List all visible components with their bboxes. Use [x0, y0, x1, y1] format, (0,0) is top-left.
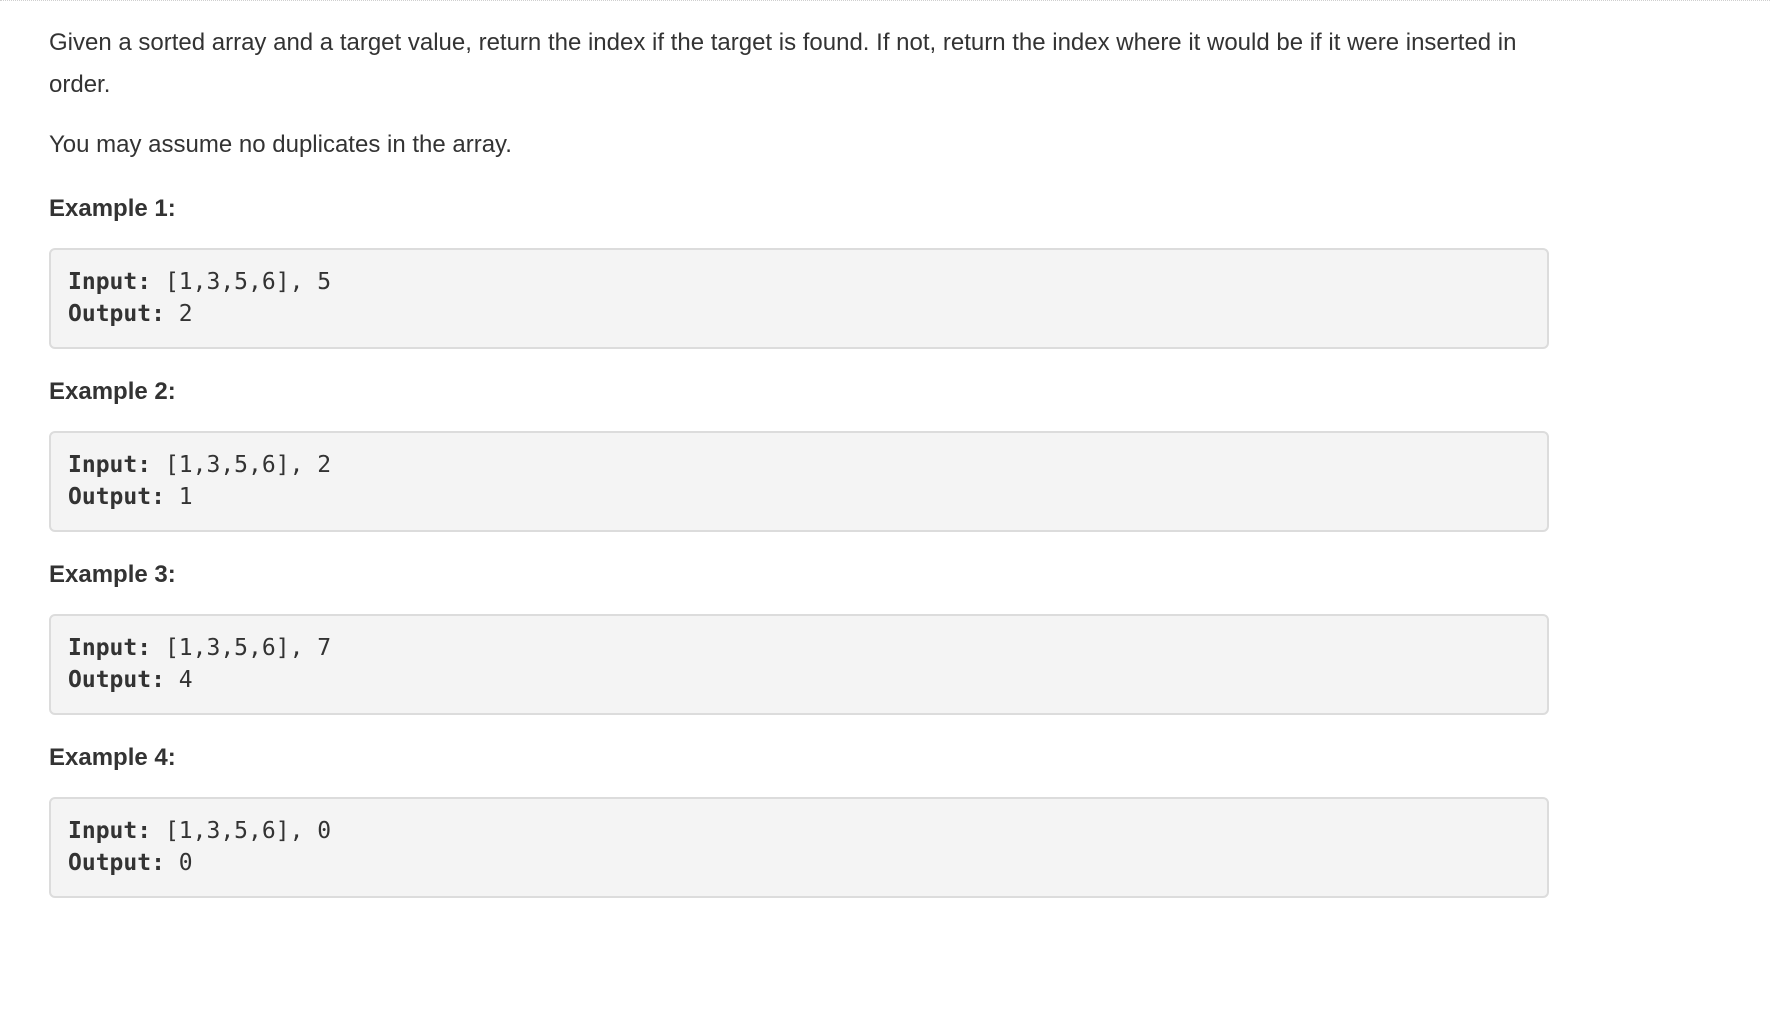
example-code-block: Input: [1,3,5,6], 0 Output: 0: [49, 797, 1549, 898]
input-label: Input:: [68, 269, 152, 295]
input-label: Input:: [68, 635, 152, 661]
example-2: Example 2: Input: [1,3,5,6], 2 Output: 1: [49, 377, 1549, 532]
example-heading: Example 4:: [49, 744, 176, 771]
input-value: [1,3,5,6], 5: [151, 269, 332, 295]
output-value: 4: [164, 667, 193, 693]
input-line: Input: [1,3,5,6], 5: [68, 266, 1530, 298]
example-code-block: Input: [1,3,5,6], 7 Output: 4: [49, 614, 1549, 715]
output-line: Output: 0: [68, 847, 1530, 879]
input-label: Input:: [68, 452, 152, 478]
input-value: [1,3,5,6], 7: [151, 635, 332, 661]
problem-assumption: You may assume no duplicates in the arra…: [49, 131, 512, 158]
output-label: Output:: [68, 850, 165, 876]
input-label: Input:: [68, 818, 152, 844]
output-value: 1: [164, 484, 193, 510]
example-heading: Example 3:: [49, 561, 176, 588]
example-3: Example 3: Input: [1,3,5,6], 7 Output: 4: [49, 560, 1549, 715]
example-code-block: Input: [1,3,5,6], 5 Output: 2: [49, 248, 1549, 349]
input-line: Input: [1,3,5,6], 7: [68, 632, 1530, 664]
problem-statement: Given a sorted array and a target value,…: [49, 29, 1517, 98]
example-code-block: Input: [1,3,5,6], 2 Output: 1: [49, 431, 1549, 532]
output-label: Output:: [68, 667, 165, 693]
input-line: Input: [1,3,5,6], 2: [68, 449, 1530, 481]
output-value: 0: [164, 850, 193, 876]
top-divider: [0, 0, 1770, 1]
output-value: 2: [164, 301, 193, 327]
output-line: Output: 4: [68, 664, 1530, 696]
example-heading: Example 2:: [49, 378, 176, 405]
input-value: [1,3,5,6], 2: [151, 452, 332, 478]
example-4: Example 4: Input: [1,3,5,6], 0 Output: 0: [49, 743, 1549, 898]
example-1: Example 1: Input: [1,3,5,6], 5 Output: 2: [49, 194, 1549, 349]
output-label: Output:: [68, 484, 165, 510]
example-heading: Example 1:: [49, 195, 176, 222]
output-line: Output: 2: [68, 298, 1530, 330]
output-line: Output: 1: [68, 481, 1530, 513]
output-label: Output:: [68, 301, 165, 327]
input-value: [1,3,5,6], 0: [151, 818, 332, 844]
input-line: Input: [1,3,5,6], 0: [68, 815, 1530, 847]
problem-description: Given a sorted array and a target value,…: [49, 22, 1549, 898]
